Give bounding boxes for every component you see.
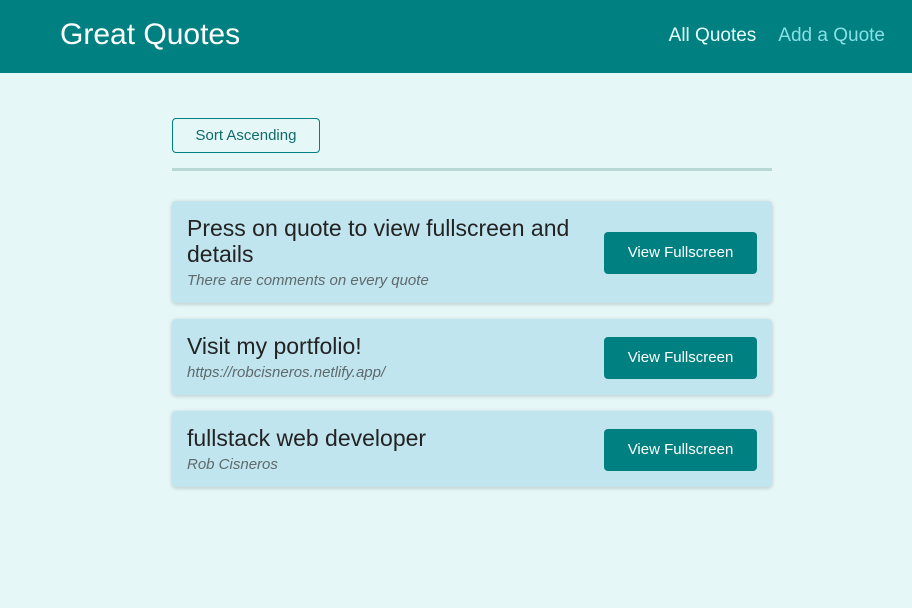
- app-logo: Great Quotes: [60, 18, 241, 51]
- quote-list: Press on quote to view fullscreen and de…: [172, 201, 772, 487]
- view-fullscreen-button[interactable]: View Fullscreen: [604, 336, 757, 379]
- app-header: Great Quotes All Quotes Add a Quote: [0, 0, 912, 73]
- quote-content: Press on quote to view fullscreen and de…: [187, 215, 587, 290]
- main-content: Sort Ascending Press on quote to view fu…: [172, 118, 772, 503]
- quote-item[interactable]: Press on quote to view fullscreen and de…: [172, 201, 772, 303]
- quote-text: fullstack web developer: [187, 425, 427, 451]
- nav-link-all-quotes[interactable]: All Quotes: [669, 24, 757, 48]
- quote-item[interactable]: fullstack web developer Rob Cisneros Vie…: [172, 411, 772, 487]
- sort-button[interactable]: Sort Ascending: [172, 118, 320, 153]
- nav-link-add-quote[interactable]: Add a Quote: [778, 24, 885, 48]
- quote-author: Rob Cisneros: [187, 456, 278, 473]
- quote-author: There are comments on every quote: [187, 272, 429, 289]
- main-nav: All Quotes Add a Quote: [669, 24, 885, 48]
- quote-text: Press on quote to view fullscreen and de…: [187, 215, 570, 267]
- quote-text: Visit my portfolio!: [187, 333, 362, 359]
- quote-content: fullstack web developer Rob Cisneros: [187, 425, 587, 474]
- view-fullscreen-button[interactable]: View Fullscreen: [604, 231, 757, 274]
- quote-item[interactable]: Visit my portfolio! https://robcisneros.…: [172, 319, 772, 395]
- quote-author: https://robcisneros.netlify.app/: [187, 364, 386, 381]
- quote-content: Visit my portfolio! https://robcisneros.…: [187, 333, 587, 382]
- divider: [172, 168, 772, 171]
- view-fullscreen-button[interactable]: View Fullscreen: [604, 428, 757, 471]
